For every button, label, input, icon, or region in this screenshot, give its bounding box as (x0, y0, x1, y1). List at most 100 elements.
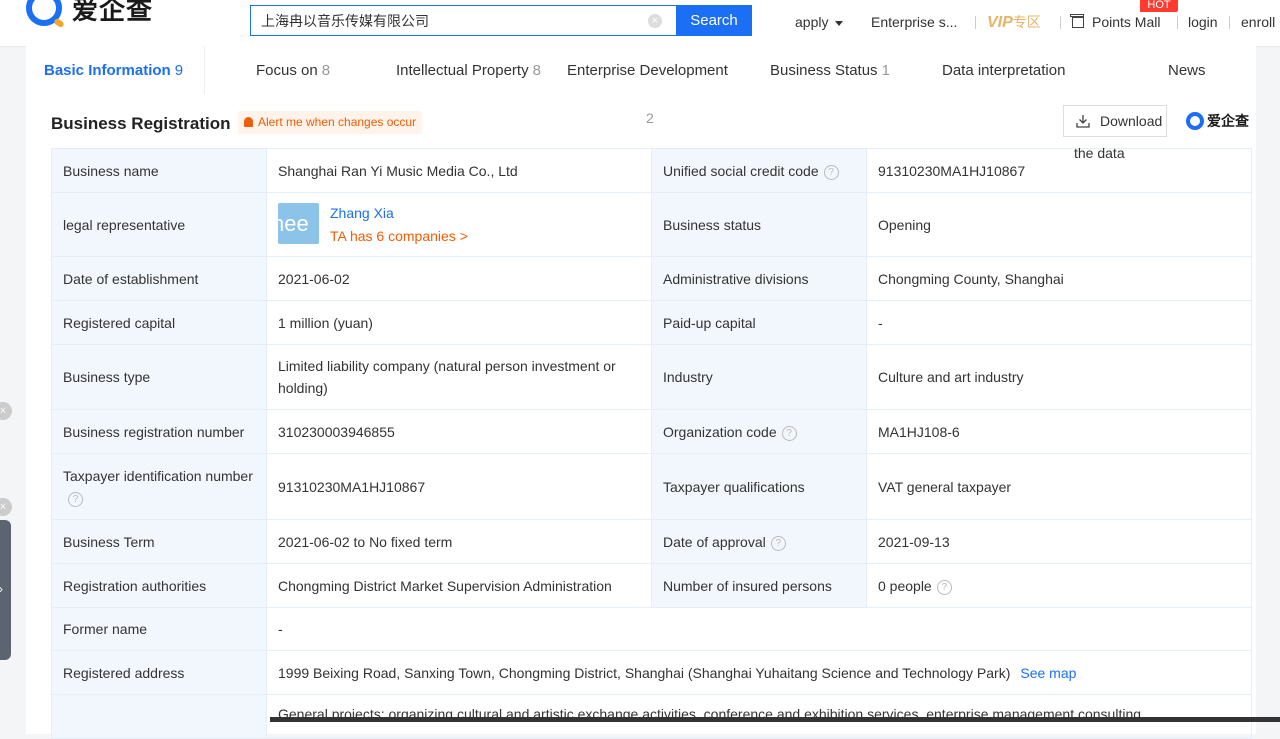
establishment-label: Date of establishment (51, 256, 267, 301)
gift-icon (1070, 14, 1084, 28)
help-icon[interactable]: ? (68, 491, 83, 507)
vip-zone-label: 专区 (1012, 15, 1041, 31)
chevron-down-icon (835, 20, 844, 26)
paid-capital-value: - (866, 300, 1252, 345)
approval-date-value: 2021-09-13 (866, 519, 1252, 564)
registration-number-value: 310230003946855 (266, 409, 652, 454)
top-header: 爱企查 × Search apply Enterprise s... VIP专区… (0, 0, 1280, 47)
tab-business-status[interactable]: Business Status 1 (770, 62, 890, 79)
clear-search-icon[interactable]: × (648, 14, 662, 28)
avatar[interactable]: hee (278, 202, 319, 244)
login-link[interactable]: login (1188, 14, 1218, 30)
business-status-value: Opening (866, 192, 1252, 257)
taxpayer-qualifications-value: VAT general taxpayer (866, 453, 1252, 520)
table-row: Former name - (51, 607, 1252, 651)
chevron-right-icon: › (0, 582, 3, 596)
search-button[interactable]: Search (676, 5, 752, 36)
brand-logo: 爱企查 (1186, 110, 1249, 132)
tab-enterprise-development[interactable]: Enterprise Development (567, 62, 728, 79)
tab-news[interactable]: News (1168, 62, 1206, 79)
nav-points-mall[interactable]: Points Mall (1070, 14, 1160, 30)
logo-mark-icon (26, 0, 62, 26)
business-type-label: Business type (51, 344, 267, 410)
alert-me-button[interactable]: Alert me when changes occur (238, 111, 423, 134)
insured-persons-cell: 0 people? (866, 563, 1252, 608)
table-row: Business name Shanghai Ran Yi Music Medi… (51, 148, 1252, 193)
help-icon[interactable]: ? (770, 535, 786, 551)
download-button[interactable]: Download (1063, 105, 1167, 137)
credit-code-value: 91310230MA1HJ10867 (866, 148, 1252, 193)
help-icon[interactable]: ? (936, 579, 952, 595)
tab-basic-information[interactable]: Basic Information 9 (44, 62, 183, 79)
bottom-scrollbar[interactable] (270, 717, 1280, 722)
tab-intellectual-property[interactable]: Intellectual Property 8 (396, 62, 541, 79)
help-icon[interactable]: ? (823, 164, 839, 180)
brand-mark-icon (1186, 112, 1204, 130)
side-expand-handle[interactable]: › (0, 520, 11, 660)
industry-value: Culture and art industry (866, 344, 1252, 410)
approval-date-cell: Date of approval? (651, 519, 867, 564)
close-icon[interactable]: × (0, 498, 12, 516)
credit-code-cell: Unified social credit code? (651, 148, 867, 193)
nav-vip-zone[interactable]: VIP专区 (987, 12, 1041, 32)
table-row: Business type Limited liability company … (51, 344, 1252, 410)
registered-capital-value: 1 million (yuan) (266, 300, 652, 345)
paid-capital-label: Paid-up capital (651, 300, 867, 345)
table-row: Date of establishment 2021-06-02 Adminis… (51, 256, 1252, 301)
nav-divider (975, 16, 976, 29)
logo-text: 爱企查 (72, 0, 154, 26)
industry-label: Industry (651, 344, 867, 410)
table-row: Business registration number 31023000394… (51, 409, 1252, 454)
org-code-cell: Organization code? (651, 409, 867, 454)
search-input[interactable] (261, 12, 641, 30)
table-row: Business Term 2021-06-02 to No fixed ter… (51, 519, 1252, 564)
business-name-label: Business name (51, 148, 267, 193)
former-name-value: - (266, 607, 1252, 651)
page-number: 2 (646, 110, 654, 126)
table-row: Registration authorities Chongming Distr… (51, 563, 1252, 608)
tab-bar: Basic Information 9 Focus on 8 Intellectua… (26, 46, 1256, 95)
download-icon (1076, 115, 1090, 128)
registration-authority-label: Registration authorities (51, 563, 267, 608)
section-title: Business Registration (51, 114, 231, 133)
business-type-value: Limited liability company (natural perso… (266, 344, 652, 410)
site-logo[interactable]: 爱企查 (26, 0, 153, 28)
download-subtitle: the data (1074, 145, 1125, 161)
registration-table: Business name Shanghai Ran Yi Music Medi… (51, 148, 1252, 739)
establishment-value: 2021-06-02 (266, 256, 652, 301)
registered-address-cell: 1999 Beixing Road, Sanxing Town, Chongmi… (266, 650, 1252, 695)
tab-data-interpretation[interactable]: Data interpretation (942, 62, 1065, 79)
insured-persons-label: Number of insured persons (651, 563, 867, 608)
business-status-label: Business status (651, 192, 867, 257)
table-row: Registered capital 1 million (yuan) Paid… (51, 300, 1252, 345)
tab-focus-on[interactable]: Focus on 8 (256, 62, 330, 79)
nav-divider (1060, 16, 1061, 29)
nav-divider (1177, 16, 1178, 29)
enroll-link[interactable]: enroll (1241, 14, 1275, 30)
vip-label: VIP (987, 14, 1013, 31)
help-icon[interactable]: ? (781, 425, 797, 441)
nav-apply[interactable]: apply (795, 14, 844, 30)
nav-divider (1229, 16, 1230, 29)
business-term-value: 2021-06-02 to No fixed term (266, 519, 652, 564)
admin-divisions-value: Chongming County, Shanghai (866, 256, 1252, 301)
table-row: Taxpayer identification number? 91310230… (51, 453, 1252, 520)
former-name-label: Former name (51, 607, 267, 651)
registered-capital-label: Registered capital (51, 300, 267, 345)
search-box: × Search (250, 5, 752, 36)
see-map-link[interactable]: See map (1020, 665, 1076, 681)
legal-rep-companies-link[interactable]: TA has 6 companies > (330, 225, 468, 247)
close-icon[interactable]: × (0, 402, 12, 420)
registration-number-label: Business registration number (51, 409, 267, 454)
bell-icon (244, 117, 253, 127)
business-scope-label (51, 694, 267, 739)
taxpayer-qualifications-label: Taxpayer qualifications (651, 453, 867, 520)
legal-rep-label: legal representative (51, 192, 267, 257)
nav-enterprise[interactable]: Enterprise s... (871, 14, 957, 30)
business-term-label: Business Term (51, 519, 267, 564)
registration-authority-value: Chongming District Market Supervision Ad… (266, 563, 652, 608)
org-code-value: MA1HJ108-6 (866, 409, 1252, 454)
registered-address-label: Registered address (51, 650, 267, 695)
legal-rep-name-link[interactable]: Zhang Xia (330, 202, 394, 224)
table-row: Registered address 1999 Beixing Road, Sa… (51, 650, 1252, 695)
